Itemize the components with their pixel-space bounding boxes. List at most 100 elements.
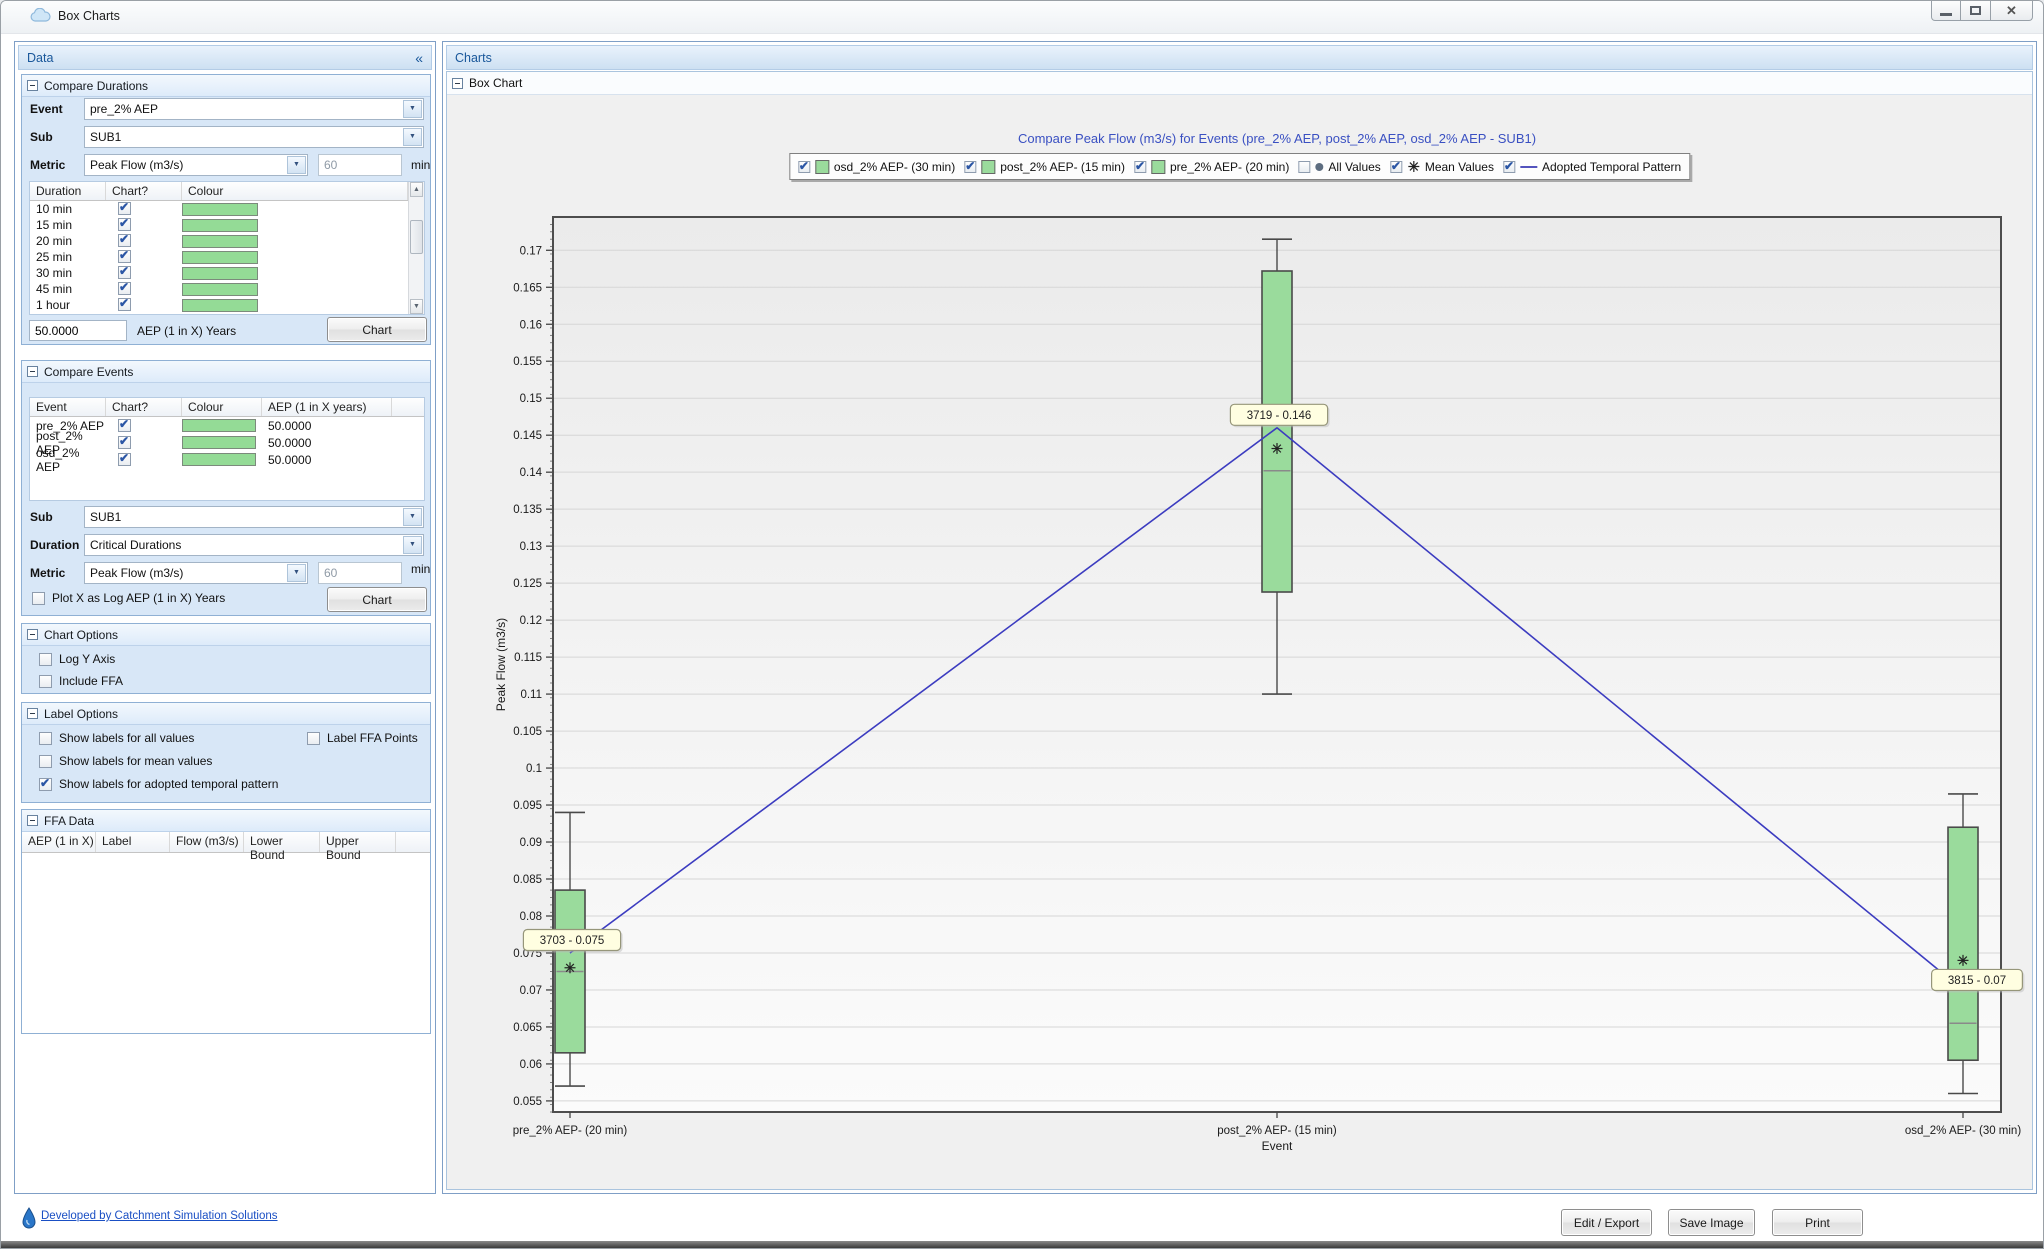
duration-row[interactable]: 20 min xyxy=(30,233,424,249)
close-button[interactable]: ✕ xyxy=(1991,1,2033,21)
chevron-down-icon[interactable] xyxy=(403,536,422,554)
legend-checkbox[interactable] xyxy=(964,161,976,173)
metric-select[interactable]: Peak Flow (m3/s) xyxy=(84,154,308,176)
colour-swatch[interactable] xyxy=(182,235,258,248)
legend-item[interactable]: osd_2% AEP- (30 min) xyxy=(798,160,955,174)
section-title: Compare Events xyxy=(44,365,133,379)
log-y-axis-label: Log Y Axis xyxy=(59,652,115,666)
event-row[interactable]: osd_2% AEP 50.0000 xyxy=(30,451,424,468)
sub-select[interactable]: SUB1 xyxy=(84,126,424,148)
save-image-button[interactable]: Save Image xyxy=(1668,1209,1755,1236)
labels-adopted-tp-checkbox[interactable] xyxy=(39,778,52,791)
chart-checkbox[interactable] xyxy=(118,282,131,295)
legend-checkbox[interactable] xyxy=(1390,161,1402,173)
chevron-down-icon[interactable] xyxy=(287,564,306,582)
chevron-down-icon[interactable] xyxy=(403,508,422,526)
legend-checkbox[interactable] xyxy=(798,161,810,173)
scroll-up-icon[interactable]: ▲ xyxy=(410,182,423,197)
chevron-down-icon[interactable] xyxy=(403,128,422,146)
collapse-section-icon[interactable] xyxy=(27,708,38,719)
legend-item[interactable]: All Values xyxy=(1298,160,1380,174)
labels-all-values-checkbox[interactable] xyxy=(39,732,52,745)
legend-label: post_2% AEP- (15 min) xyxy=(1000,160,1125,174)
chart-checkbox[interactable] xyxy=(118,298,131,311)
chart-checkbox[interactable] xyxy=(118,250,131,263)
colour-swatch[interactable] xyxy=(182,267,258,280)
colour-swatch[interactable] xyxy=(182,419,256,432)
colour-swatch[interactable] xyxy=(182,251,258,264)
window-title: Box Charts xyxy=(58,9,120,23)
duration-cell: 25 min xyxy=(30,250,106,264)
chart-checkbox[interactable] xyxy=(118,314,131,315)
colour-swatch[interactable] xyxy=(182,203,258,216)
duration-label: Duration xyxy=(30,538,79,552)
legend-checkbox[interactable] xyxy=(1134,161,1146,173)
legend-item[interactable]: pre_2% AEP- (20 min) xyxy=(1134,160,1289,174)
duration-row[interactable]: 1.50 hour xyxy=(30,313,424,315)
chart-legend[interactable]: osd_2% AEP- (30 min) post_2% AEP- (15 min… xyxy=(789,153,1690,180)
duration-row[interactable]: 10 min xyxy=(30,201,424,217)
chart-checkbox[interactable] xyxy=(118,266,131,279)
aep-years-input[interactable] xyxy=(29,320,127,341)
colour-swatch[interactable] xyxy=(182,315,258,316)
chart-checkbox[interactable] xyxy=(118,234,131,247)
chart-checkbox[interactable] xyxy=(118,419,131,432)
duration-row[interactable]: 15 min xyxy=(30,217,424,233)
edit-export-button[interactable]: Edit / Export xyxy=(1561,1209,1652,1236)
minimize-button[interactable] xyxy=(1931,1,1961,21)
events-table[interactable]: Event Chart? Colour AEP (1 in X years) p… xyxy=(29,397,425,501)
colour-swatch[interactable] xyxy=(182,453,256,466)
duration-cell: 45 min xyxy=(30,282,106,296)
collapse-section-icon[interactable] xyxy=(27,366,38,377)
duration-cell: 10 min xyxy=(30,202,106,216)
colour-swatch[interactable] xyxy=(182,219,258,232)
chart-events-button[interactable]: Chart xyxy=(327,587,427,612)
collapse-section-icon[interactable] xyxy=(27,629,38,640)
duration-row[interactable]: 45 min xyxy=(30,281,424,297)
labels-mean-values-checkbox[interactable] xyxy=(39,755,52,768)
durations-scrollbar[interactable]: ▲ ▼ xyxy=(408,182,424,314)
chevron-down-icon[interactable] xyxy=(403,100,422,118)
svg-text:Event: Event xyxy=(1262,1139,1293,1153)
svg-text:3815 - 0.07: 3815 - 0.07 xyxy=(1948,975,2006,987)
colour-swatch[interactable] xyxy=(182,436,256,449)
box-chart-canvas[interactable]: 0.0550.060.0650.070.0750.080.0850.090.09… xyxy=(447,96,2032,1189)
duration-select[interactable]: Critical Durations xyxy=(84,534,424,556)
log-y-axis-checkbox[interactable] xyxy=(39,653,52,666)
label-ffa-points-checkbox[interactable] xyxy=(307,732,320,745)
colour-swatch[interactable] xyxy=(182,299,258,312)
chart-checkbox[interactable] xyxy=(118,202,131,215)
durations-table[interactable]: Duration Chart? Colour 10 min 15 min 20 … xyxy=(29,181,425,315)
collapse-section-icon[interactable] xyxy=(27,80,38,91)
event-select[interactable]: pre_2% AEP xyxy=(84,98,424,120)
include-ffa-checkbox[interactable] xyxy=(39,675,52,688)
sub-select[interactable]: SUB1 xyxy=(84,506,424,528)
chevron-down-icon[interactable] xyxy=(287,156,306,174)
developer-link[interactable]: Developed by Catchment Simulation Soluti… xyxy=(41,1210,278,1222)
print-button[interactable]: Print xyxy=(1772,1209,1863,1236)
legend-item[interactable]: Mean Values xyxy=(1390,160,1494,174)
collapse-section-icon[interactable] xyxy=(27,815,38,826)
chart-checkbox[interactable] xyxy=(118,218,131,231)
metric-minutes-input[interactable] xyxy=(318,154,402,176)
legend-item[interactable]: post_2% AEP- (15 min) xyxy=(964,160,1125,174)
duration-row[interactable]: 30 min xyxy=(30,265,424,281)
plot-x-log-checkbox[interactable] xyxy=(32,592,45,605)
metric-minutes-input[interactable] xyxy=(318,562,402,584)
collapse-panel-icon[interactable]: « xyxy=(415,50,423,66)
collapse-section-icon[interactable] xyxy=(452,78,463,89)
duration-row[interactable]: 1 hour xyxy=(30,297,424,313)
legend-checkbox[interactable] xyxy=(1503,161,1515,173)
legend-checkbox[interactable] xyxy=(1298,161,1310,173)
window-titlebar[interactable]: Box Charts ✕ xyxy=(1,1,2043,34)
scroll-down-icon[interactable]: ▼ xyxy=(410,299,423,314)
chart-durations-button[interactable]: Chart xyxy=(327,317,427,342)
chart-checkbox[interactable] xyxy=(118,436,131,449)
duration-row[interactable]: 25 min xyxy=(30,249,424,265)
maximize-button[interactable] xyxy=(1961,1,1991,21)
legend-item[interactable]: Adopted Temporal Pattern xyxy=(1503,160,1681,174)
colour-swatch[interactable] xyxy=(182,283,258,296)
chart-checkbox[interactable] xyxy=(118,453,131,466)
metric-select[interactable]: Peak Flow (m3/s) xyxy=(84,562,308,584)
scrollbar-thumb[interactable] xyxy=(410,220,423,254)
